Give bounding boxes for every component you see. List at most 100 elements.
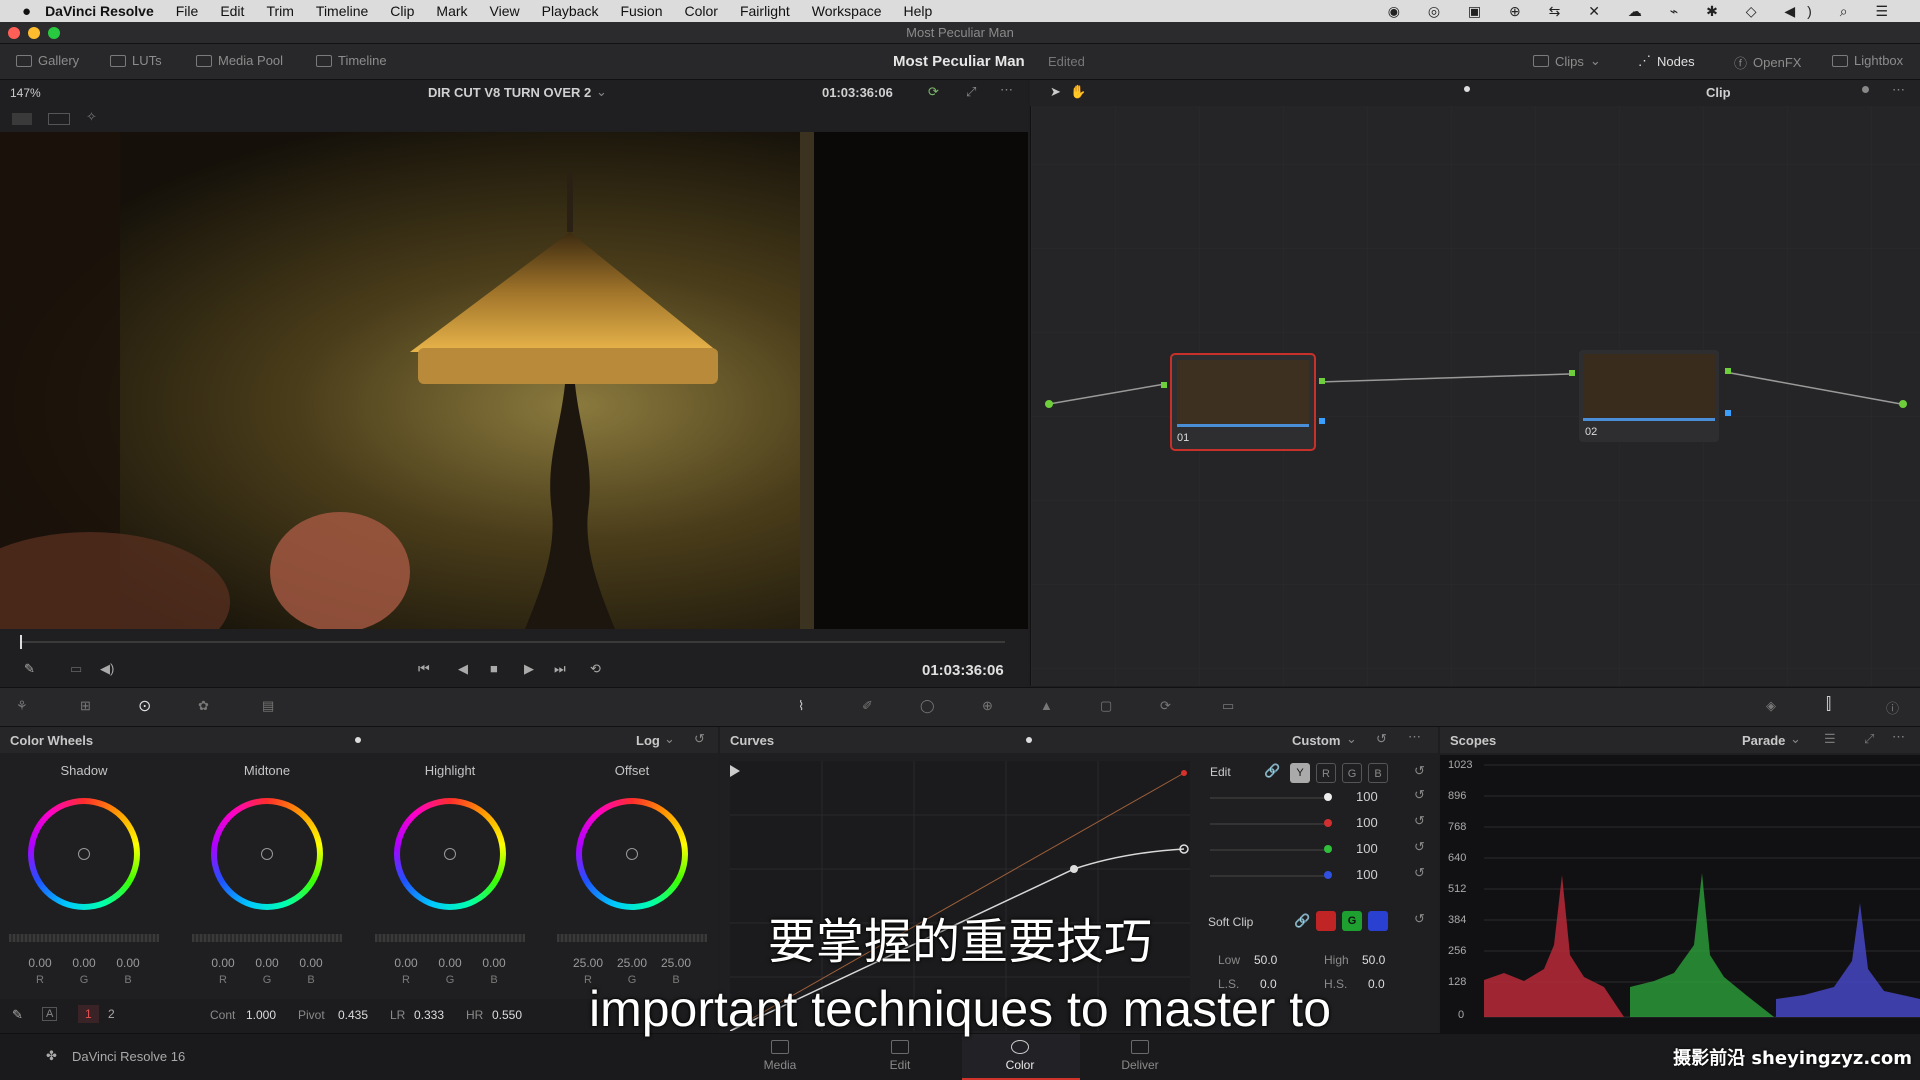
menu-playback[interactable]: Playback — [542, 3, 599, 19]
b-intensity-value[interactable]: 100 — [1356, 867, 1378, 882]
link-icon[interactable]: 🔗 — [1264, 763, 1280, 779]
video-viewer[interactable] — [0, 132, 1028, 629]
highlight-wheel[interactable] — [394, 798, 506, 910]
curves-icon[interactable]: ⌇ — [798, 698, 804, 714]
camera-raw-icon[interactable]: ⚘ — [16, 698, 28, 714]
loop-playback-icon[interactable]: ⟲ — [590, 661, 601, 677]
qualifier-icon[interactable]: ✐ — [862, 698, 873, 714]
more-icon[interactable]: ⋯ — [1892, 82, 1905, 98]
reset-icon[interactable]: ↺ — [694, 731, 705, 747]
3d-icon[interactable]: ▭ — [1222, 698, 1234, 714]
menu-fairlight[interactable]: Fairlight — [740, 3, 790, 19]
reset-icon[interactable]: ↺ — [1414, 763, 1425, 779]
g-channel-toggle[interactable]: G — [1342, 763, 1362, 783]
timeline-selector[interactable]: DIR CUT V8 TURN OVER 2 — [428, 85, 591, 100]
menu-view[interactable]: View — [490, 3, 520, 19]
g-intensity-value[interactable]: 100 — [1356, 841, 1378, 856]
tracker-icon[interactable]: ⊕ — [982, 698, 993, 714]
menu-file[interactable]: File — [176, 3, 199, 19]
r-intensity-slider[interactable] — [1210, 823, 1330, 825]
y-intensity-slider[interactable] — [1210, 797, 1330, 799]
menu-timeline[interactable]: Timeline — [316, 3, 368, 19]
mask-icon[interactable]: ▭ — [70, 661, 82, 677]
node-zoom-handle[interactable] — [1862, 86, 1869, 93]
node-editor[interactable]: 01 02 — [1030, 80, 1920, 686]
scrubber-track[interactable] — [20, 641, 1005, 643]
play-icon[interactable]: ▶ — [524, 661, 534, 677]
menu-fusion[interactable]: Fusion — [620, 3, 662, 19]
zoom-level[interactable]: 147% — [10, 86, 41, 100]
lightbox-button[interactable]: Lightbox — [1832, 53, 1903, 68]
keyframes-icon[interactable]: ◈ — [1766, 698, 1776, 714]
highlight-icon[interactable]: ✧ — [86, 109, 97, 125]
chevron-down-icon[interactable]: ⌄ — [596, 84, 607, 100]
loop-icon[interactable]: ⟳ — [928, 84, 939, 100]
hand-icon[interactable]: ✋ — [1070, 84, 1086, 100]
output-port[interactable] — [1899, 400, 1907, 408]
y-channel-toggle[interactable]: Y — [1290, 763, 1310, 783]
close-window-button[interactable] — [8, 27, 20, 39]
page-tab-color[interactable]: Color — [970, 1040, 1070, 1072]
red-endpoint[interactable] — [1181, 770, 1187, 776]
eyedropper-icon[interactable]: ✎ — [24, 661, 35, 677]
chevron-down-icon[interactable]: ⌄ — [1346, 731, 1357, 747]
speaker-icon[interactable]: ◀) — [100, 661, 114, 677]
key-icon[interactable]: ▢ — [1100, 698, 1112, 714]
midtone-wheel-handle[interactable] — [261, 848, 273, 860]
media-pool-button[interactable]: Media Pool — [196, 53, 283, 68]
color-wheels-icon[interactable]: ⊙ — [138, 696, 151, 716]
r-channel-toggle[interactable]: R — [1316, 763, 1336, 783]
luts-button[interactable]: LUTs — [110, 53, 162, 68]
openfx-button[interactable]: ⓕ OpenFX — [1734, 53, 1801, 72]
input-port[interactable] — [1045, 400, 1053, 408]
shadow-wheel-handle[interactable] — [78, 848, 90, 860]
shadow-wheel[interactable] — [28, 798, 140, 910]
go-to-end-icon[interactable]: ⏭ — [554, 661, 566, 677]
b-channel-toggle[interactable]: B — [1368, 763, 1388, 783]
menu-help[interactable]: Help — [904, 3, 933, 19]
split-view-icon[interactable] — [48, 113, 70, 125]
apple-icon[interactable]: ● — [22, 3, 31, 20]
page-tab-deliver[interactable]: Deliver — [1090, 1040, 1190, 1072]
sizing-icon[interactable]: ⟳ — [1160, 698, 1171, 714]
scope-settings-icon[interactable]: ☰ — [1824, 731, 1836, 747]
clips-button[interactable]: Clips ⌄ — [1533, 53, 1601, 69]
menu-clip[interactable]: Clip — [390, 3, 414, 19]
menu-trim[interactable]: Trim — [266, 3, 293, 19]
window-icon[interactable]: ◯ — [920, 698, 935, 714]
wheel-mode-selector[interactable]: Log — [636, 733, 660, 748]
nodes-button[interactable]: ⋰ Nodes — [1638, 53, 1695, 69]
menu-workspace[interactable]: Workspace — [812, 3, 882, 19]
page-tab-edit[interactable]: Edit — [850, 1040, 950, 1072]
zoom-window-button[interactable] — [48, 27, 60, 39]
app-menu[interactable]: DaVinci Resolve — [45, 3, 154, 19]
stop-icon[interactable]: ■ — [490, 661, 498, 676]
playhead[interactable] — [20, 635, 22, 649]
more-icon[interactable]: ⋯ — [1000, 82, 1013, 98]
single-view-icon[interactable] — [12, 113, 32, 125]
more-icon[interactable]: ⋯ — [1408, 729, 1421, 745]
reset-icon[interactable]: ↺ — [1414, 865, 1425, 881]
reset-icon[interactable]: ↺ — [1414, 839, 1425, 855]
midtone-wheel[interactable] — [211, 798, 323, 910]
minimize-window-button[interactable] — [28, 27, 40, 39]
motion-effects-icon[interactable]: ▤ — [262, 698, 274, 714]
chevron-down-icon[interactable]: ⌄ — [664, 731, 675, 747]
pointer-icon[interactable]: ➤ — [1050, 84, 1061, 100]
blur-icon[interactable]: ▲ — [1040, 698, 1053, 713]
go-to-start-icon[interactable]: ⏮ — [418, 661, 430, 677]
fullscreen-icon[interactable]: ⤢ — [966, 84, 976, 100]
chevron-down-icon[interactable]: ⌄ — [1790, 731, 1801, 747]
node-mode-selector[interactable]: Clip — [1706, 85, 1731, 100]
rgb-mixer-icon[interactable]: ✿ — [198, 698, 209, 714]
curves-mode-selector[interactable]: Custom — [1292, 733, 1340, 748]
reset-icon[interactable]: ↺ — [1414, 787, 1425, 803]
scopes-icon[interactable]: ⫿ — [1826, 696, 1831, 714]
scope-mode-selector[interactable]: Parade — [1742, 733, 1785, 748]
curve-control-point[interactable] — [1070, 865, 1078, 873]
menu-mark[interactable]: Mark — [436, 3, 467, 19]
more-icon[interactable]: ⋯ — [1892, 729, 1905, 745]
color-match-icon[interactable]: ⊞ — [80, 698, 91, 714]
reset-icon[interactable]: ↺ — [1414, 813, 1425, 829]
menu-color[interactable]: Color — [684, 3, 717, 19]
